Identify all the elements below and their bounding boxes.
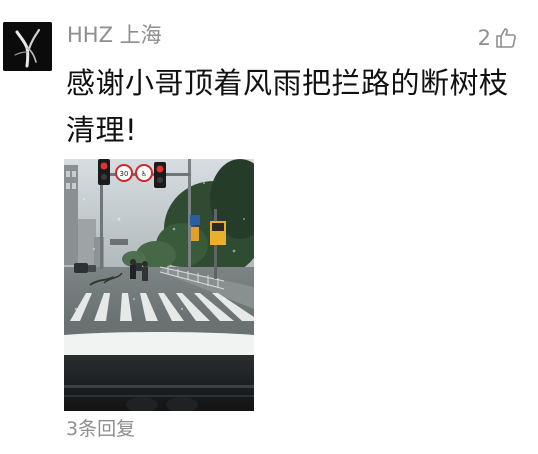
like-button[interactable]: 2 <box>478 24 518 52</box>
thumbs-up-icon <box>496 28 516 48</box>
calligraphy-avatar-icon <box>3 22 52 71</box>
dashcam-photo[interactable]: 30 ♿ <box>64 159 254 411</box>
username[interactable]: HHZ 上海 <box>67 22 162 48</box>
restriction-sign: ♿ <box>141 170 147 178</box>
comment-text: 感谢小哥顶着风雨把拦路的断树枝清理! <box>66 66 509 147</box>
like-count: 2 <box>477 26 491 50</box>
avatar[interactable] <box>3 22 52 71</box>
speed-limit-sign: 30 <box>120 170 129 178</box>
replies-link[interactable]: 3条回复 <box>66 416 135 442</box>
